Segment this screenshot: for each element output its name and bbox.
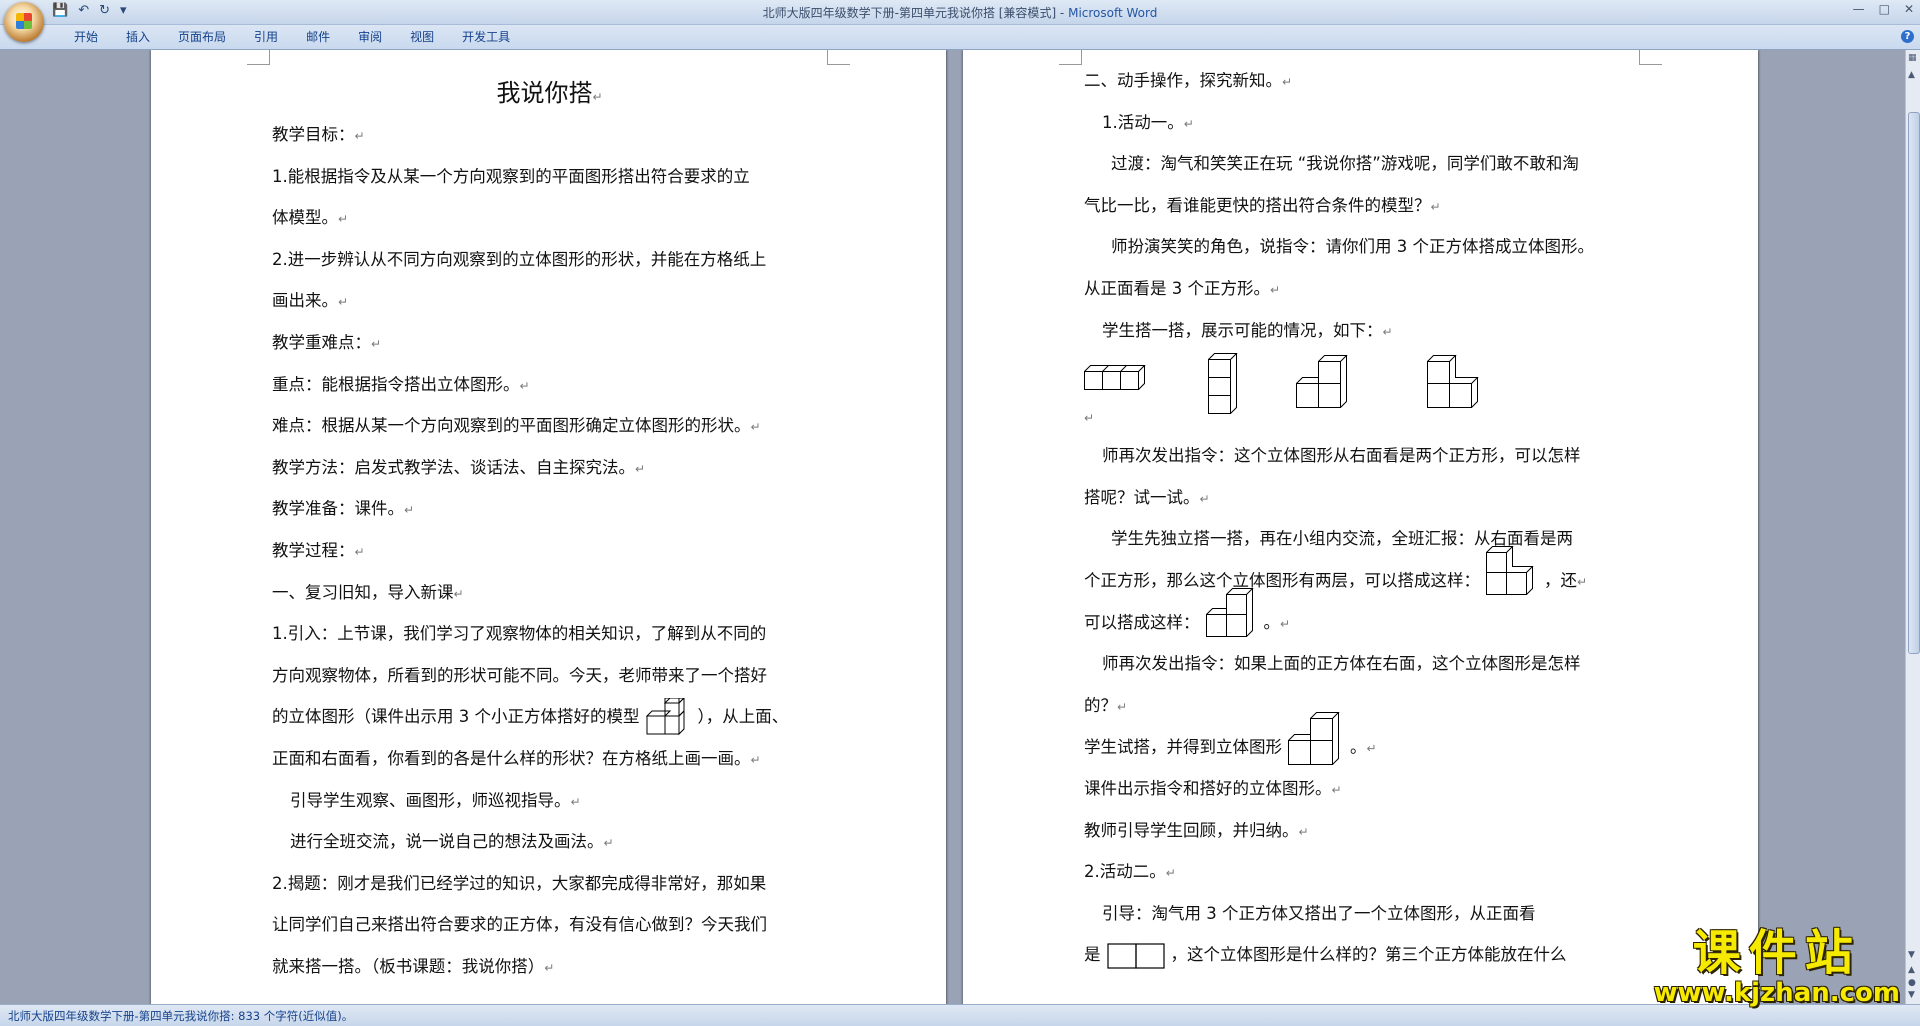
- cube-model-image: [645, 697, 685, 736]
- scroll-down-icon[interactable]: ▼: [1908, 950, 1915, 960]
- cube-figure-two-layer-b: [1205, 588, 1254, 638]
- paragraph: 搭呢？试一试。↵: [1084, 487, 1210, 507]
- cube-figures-row: ↵: [1084, 351, 1639, 435]
- help-icon[interactable]: ?: [1901, 30, 1914, 43]
- minimize-button[interactable]: —: [1853, 2, 1865, 16]
- watermark: 课件站 www.kjzhan.com: [1654, 927, 1900, 1007]
- cube-figure-stack-of-three: [1208, 353, 1238, 415]
- previous-page-icon[interactable]: ▲: [1908, 965, 1915, 975]
- crop-mark: [1059, 50, 1082, 65]
- paragraph: 方向观察物体，所看到的形状可能不同。今天，老师带来了一个搭好: [272, 665, 767, 685]
- ribbon: 开始 插入 页面布局 引用 邮件 审阅 视图 开发工具 ?: [0, 25, 1920, 50]
- paragraph: 难点：根据从某一个方向观察到的平面图形确定立体图形的形状。↵: [272, 416, 761, 436]
- paragraph: 教学过程：↵: [272, 540, 365, 560]
- paragraph: 就来搭一搭。（板书课题：我说你搭）↵: [272, 956, 555, 976]
- paragraph: 个正方形，那么这个立体图形有两层，可以搭成这样： ，还↵: [1084, 546, 1639, 602]
- paragraph: 2.活动二。↵: [1084, 862, 1176, 882]
- paragraph: 让同学们自己来搭出符合要求的正方体，有没有信心做到？今天我们: [272, 915, 767, 935]
- window-title: 北师大版四年级数学下册-第四单元我说你搭 [兼容模式] - Microsoft …: [0, 4, 1920, 21]
- paragraph: 引导学生观察、画图形，师巡视指导。↵: [290, 790, 581, 810]
- cube-figure-l-shape-right: [1296, 355, 1348, 409]
- cube-figure-two-layer-a: [1486, 546, 1534, 596]
- paragraph: 学生搭一搭，展示可能的情况，如下：↵: [1102, 320, 1393, 340]
- crop-mark: [827, 50, 850, 65]
- crop-mark: [1639, 50, 1662, 65]
- crop-mark: [247, 50, 270, 65]
- ribbon-tabs: 开始 插入 页面布局 引用 邮件 审阅 视图 开发工具: [60, 30, 524, 44]
- paragraph: 课件出示指令和搭好的立体图形。↵: [1084, 778, 1342, 798]
- paragraph: 画出来。↵: [272, 291, 349, 311]
- paragraph: 2.进一步辨认从不同方向观察到的立体图形的形状，并能在方格纸上: [272, 249, 767, 269]
- watermark-cn: 课件站: [1692, 925, 1861, 981]
- tab-developer[interactable]: 开发工具: [448, 30, 524, 44]
- paragraph: 2.揭题：刚才是我们已经学过的知识，大家都完成得非常好，那如果: [272, 873, 767, 893]
- scrollbar-thumb[interactable]: [1908, 112, 1920, 654]
- two-squares-image: [1106, 943, 1165, 969]
- tab-mailings[interactable]: 邮件: [292, 30, 344, 44]
- paragraph: 1.引入：上节课，我们学习了观察物体的相关知识，了解到从不同的: [272, 624, 767, 644]
- paragraph: 引导：淘气用 3 个正方体又搭出了一个立体图形，从正面看: [1102, 903, 1536, 923]
- page-left-content: 我说你搭↵ 教学目标：↵ 1.能根据指令及从某一个方向观察到的平面图形搭出符合要…: [272, 72, 827, 987]
- paragraph: 从正面看是 3 个正方形。↵: [1084, 278, 1281, 298]
- page-left[interactable]: 我说你搭↵ 教学目标：↵ 1.能根据指令及从某一个方向观察到的平面图形搭出符合要…: [151, 50, 946, 1004]
- tab-home[interactable]: 开始: [60, 30, 112, 44]
- paragraph: 过渡：淘气和笑笑正在玩 “我说你搭”游戏呢，同学们敢不敢和淘: [1111, 154, 1579, 174]
- title-bar: 💾 ↶ ↻ ▾ 北师大版四年级数学下册-第四单元我说你搭 [兼容模式] - Mi…: [0, 0, 1920, 42]
- paragraph: 进行全班交流，说一说自己的想法及画法。↵: [290, 832, 614, 852]
- paragraph: 教学方法：启发式教学法、谈话法、自主探究法。↵: [272, 457, 646, 477]
- section-heading: 二、动手操作，探究新知。↵: [1084, 71, 1293, 90]
- cube-figure-row-of-three: [1084, 365, 1146, 391]
- paragraph: 的？↵: [1084, 695, 1128, 715]
- paragraph: 教师引导学生回顾，并归纳。↵: [1084, 820, 1309, 840]
- tab-insert[interactable]: 插入: [112, 30, 164, 44]
- office-logo-icon: [16, 13, 32, 29]
- paragraph: 正面和右面看，你看到的各是什么样的形状？在方格纸上画一画。↵: [272, 748, 761, 768]
- page-right[interactable]: 二、动手操作，探究新知。↵ 1.活动一。↵ 过渡：淘气和笑笑正在玩 “我说你搭”…: [963, 50, 1758, 1004]
- office-button[interactable]: [4, 2, 44, 42]
- paragraph: 可以搭成这样： 。↵: [1084, 588, 1639, 644]
- paragraph: 重点：能根据指令搭出立体图形。↵: [272, 374, 530, 394]
- paragraph: 师再次发出指令：这个立体图形从右面看是两个正方形，可以怎样: [1102, 446, 1581, 466]
- vertical-scrollbar[interactable]: ▦ ▲ ▼ ▲ ● ▼: [1905, 50, 1920, 1004]
- select-browse-object-icon[interactable]: ●: [1908, 978, 1916, 988]
- tab-references[interactable]: 引用: [240, 30, 292, 44]
- paragraph: 学生先独立搭一搭，再在小组内交流，全班汇报：从右面看是两: [1111, 529, 1573, 549]
- maximize-button[interactable]: □: [1879, 2, 1890, 16]
- next-page-icon[interactable]: ▼: [1908, 990, 1915, 1000]
- paragraph: 体模型。↵: [272, 208, 349, 228]
- status-text: 北师大版四年级数学下册-第四单元我说你搭: 833 个字符(近似值)。: [8, 1009, 354, 1023]
- tab-page-layout[interactable]: 页面布局: [164, 30, 240, 44]
- cube-figure-top-right: [1288, 712, 1340, 766]
- scroll-up-icon[interactable]: ▲: [1908, 70, 1915, 80]
- tab-view[interactable]: 视图: [396, 30, 448, 44]
- status-bar: 北师大版四年级数学下册-第四单元我说你搭: 833 个字符(近似值)。: [0, 1004, 1920, 1026]
- paragraph: 师再次发出指令：如果上面的正方体在右面，这个立体图形是怎样: [1102, 654, 1581, 674]
- paragraph: 教学目标：↵: [272, 125, 365, 144]
- cube-figure-l-shape-left: [1427, 355, 1479, 409]
- paragraph: 学生试搭，并得到立体图形 。↵: [1084, 712, 1639, 768]
- page-right-content: 二、动手操作，探究新知。↵ 1.活动一。↵ 过渡：淘气和笑笑正在玩 “我说你搭”…: [1084, 60, 1639, 976]
- section-heading: 一、复习旧知，导入新课↵: [272, 582, 464, 602]
- paragraph: 师扮演笑笑的角色，说指令：请你们用 3 个正方体搭成立体图形。: [1111, 237, 1594, 257]
- document-heading: 我说你搭↵: [496, 79, 603, 107]
- app-name: Microsoft Word: [1068, 6, 1158, 20]
- close-button[interactable]: ✕: [1904, 2, 1914, 16]
- watermark-url: www.kjzhan.com: [1653, 978, 1900, 1008]
- document-title: 北师大版四年级数学下册-第四单元我说你搭 [兼容模式] -: [762, 6, 1069, 20]
- tab-review[interactable]: 审阅: [344, 30, 396, 44]
- paragraph: 是，这个立体图形是什么样的？第三个正方体能放在什么: [1084, 934, 1639, 976]
- paragraph: 教学准备：课件。↵: [272, 499, 415, 519]
- document-area[interactable]: 我说你搭↵ 教学目标：↵ 1.能根据指令及从某一个方向观察到的平面图形搭出符合要…: [0, 50, 1905, 1004]
- paragraph: 1.能根据指令及从某一个方向观察到的平面图形搭出符合要求的立: [272, 166, 750, 186]
- paragraph: 教学重难点：↵: [272, 332, 382, 352]
- window-controls: — □ ✕: [1853, 2, 1914, 16]
- ruler-toggle-icon[interactable]: ▦: [1908, 53, 1917, 63]
- paragraph: 气比一比，看谁能更快的搭出符合条件的模型？↵: [1084, 195, 1441, 215]
- paragraph: 的立体图形（课件出示用 3 个小正方体搭好的模型 ），从上面、: [272, 696, 827, 738]
- paragraph: 1.活动一。↵: [1102, 112, 1194, 132]
